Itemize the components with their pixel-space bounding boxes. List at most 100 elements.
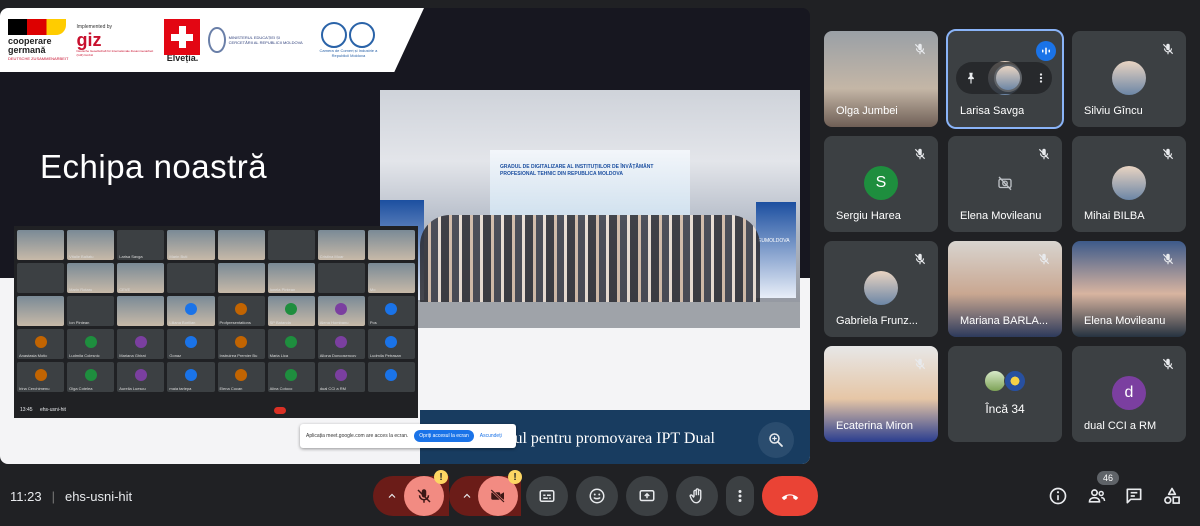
logo-coop-line3: DEUTSCHE ZUSAMMENARBEIT: [8, 55, 69, 61]
mic-off-icon: [1034, 144, 1054, 164]
mini-tile: [267, 230, 315, 260]
meeting-code: ehs-usni-hit: [64, 489, 133, 504]
mini-tile-name: Olga Cotelea: [69, 386, 93, 391]
mini-tile: Marin Rotaru: [67, 263, 115, 293]
participant-tile[interactable]: Ecaterina Miron: [824, 346, 938, 442]
mini-tile-name: Larisa Savga: [119, 254, 143, 259]
swiss-label: Elveția.: [166, 52, 199, 63]
more-vert-icon[interactable]: [1038, 71, 1044, 85]
participant-tile[interactable]: Larisa Savga: [946, 29, 1064, 129]
mini-tile: Profpresentations: [217, 296, 265, 326]
camera-off-icon: [490, 489, 505, 503]
info-icon: [1049, 487, 1067, 505]
mini-tile-name: dual CCI a RM: [319, 386, 346, 391]
mini-tile: Ludmila Petrasan: [367, 329, 415, 359]
participant-tile[interactable]: Elena Movileanu: [1072, 241, 1186, 337]
footer-text: tul pentru promovarea IPT Dual: [510, 430, 715, 447]
mini-tile: [117, 296, 165, 326]
mini-tile: Alina Cotoco: [267, 362, 315, 392]
mini-code: ehs-usni-hit: [40, 407, 66, 413]
captions-button[interactable]: [526, 476, 568, 516]
camera-off-icon: [988, 166, 1022, 200]
mic-off-icon: [910, 354, 930, 374]
mini-tile: Gonaz: [167, 329, 215, 359]
participant-name: Olga Jumbei: [836, 105, 898, 117]
participant-tile[interactable]: Silviu Gîncu: [1072, 31, 1186, 127]
giz-logo-text: giz: [76, 29, 102, 50]
pin-icon[interactable]: [964, 71, 978, 85]
mini-tile-name: CEVE: [119, 287, 131, 292]
participant-grid: Olga Jumbei Larisa Savga Silviu Gîncu S Serg…: [824, 29, 1188, 442]
giz-subtitle: Deutsche Gesellschaft für Internationale…: [76, 48, 154, 57]
chamber-seal-icon: [321, 22, 348, 48]
mic-toggle-button[interactable]: !: [404, 470, 448, 516]
mic-off-icon: [1158, 249, 1178, 269]
participant-name: Silviu Gîncu: [1084, 105, 1143, 117]
participant-tile[interactable]: Mariana BARLA...: [948, 241, 1062, 337]
mini-tile: Ludmila Colesnic: [67, 329, 115, 359]
mini-clock: 13:45: [20, 407, 33, 413]
mini-tile: [317, 263, 365, 293]
mini-avatar: [134, 369, 147, 381]
mini-tile-name: Maria Lica: [269, 353, 289, 358]
mini-tile: Aurelia Luescu: [117, 362, 165, 392]
photo-floor: [380, 302, 800, 328]
mini-bottom-bar: 13:45 ehs-usni-hit: [14, 404, 418, 418]
activities-button[interactable]: [1160, 484, 1184, 508]
hand-icon: [689, 488, 702, 504]
participant-tile[interactable]: Olga Jumbei: [824, 31, 938, 127]
mini-tile: [367, 230, 415, 260]
mini-avatar: [285, 336, 298, 348]
chamber-label: Camera de Comerț și Industrie a Republic…: [319, 48, 378, 58]
chat-button[interactable]: [1122, 484, 1146, 508]
participant-tile[interactable]: d dual CCI a RM: [1072, 346, 1186, 442]
meeting-info: 11:23 | ehs-usni-hit: [10, 489, 132, 504]
mini-avatar: [335, 369, 348, 381]
mini-end-call-icon: [274, 407, 286, 414]
meeting-details-button[interactable]: [1046, 484, 1070, 508]
mini-tile: [17, 263, 65, 293]
participant-photo: [1112, 166, 1146, 200]
mini-tile-name: SP Batanda: [269, 320, 291, 325]
mini-avatar: [134, 336, 147, 348]
camera-toggle-button[interactable]: !: [478, 470, 522, 516]
stop-sharing-button[interactable]: Opriți accesul la ecran: [414, 430, 474, 442]
chat-icon: [1126, 488, 1142, 504]
more-options-button[interactable]: [726, 476, 754, 516]
mini-avatar: [235, 303, 248, 315]
reactions-button[interactable]: [576, 476, 618, 516]
participant-tile[interactable]: S Sergiu Harea: [824, 136, 938, 232]
participant-name: Ecaterina Miron: [836, 420, 914, 432]
more-avatar: [1004, 370, 1026, 392]
more-avatars: [984, 370, 1026, 392]
hide-notice-link[interactable]: Ascundeți: [480, 433, 502, 439]
zoom-icon: [769, 433, 783, 447]
mini-tile: [367, 362, 415, 392]
mini-avatar: [84, 369, 97, 381]
chevron-up-icon: [388, 493, 396, 498]
participant-avatar: S: [864, 166, 898, 200]
participant-tile[interactable]: Elena Movileanu: [948, 136, 1062, 232]
participant-tile[interactable]: Gabriela Frunz...: [824, 241, 938, 337]
share-message: Aplicația meet.google.com are acces la e…: [306, 433, 409, 439]
people-button[interactable]: [1085, 484, 1109, 508]
chevron-up-icon-2: [463, 493, 471, 498]
participant-tile[interactable]: Mihai BILBA: [1072, 136, 1186, 232]
mini-tile: Ion Pintean: [67, 296, 115, 326]
zoom-button[interactable]: [758, 422, 794, 458]
mini-avatar: [285, 303, 298, 315]
mini-tile: [17, 296, 65, 326]
raise-hand-button[interactable]: [676, 476, 718, 516]
mini-tile: Olga Cotelea: [67, 362, 115, 392]
mini-avatar: [385, 336, 398, 348]
participant-tile[interactable]: Încă 34: [948, 346, 1062, 442]
end-call-icon: [781, 494, 799, 501]
present-button[interactable]: [626, 476, 668, 516]
bottom-toolbar: 11:23 | ehs-usni-hit ! !: [0, 470, 1200, 526]
mic-off-icon: [910, 144, 930, 164]
present-screen-icon: [639, 490, 655, 502]
pinned-avatar: [994, 64, 1022, 92]
mini-tile: Cristina Moar: [317, 230, 365, 260]
tile-hover-controls: [956, 62, 1052, 94]
leave-call-button[interactable]: [762, 476, 818, 516]
